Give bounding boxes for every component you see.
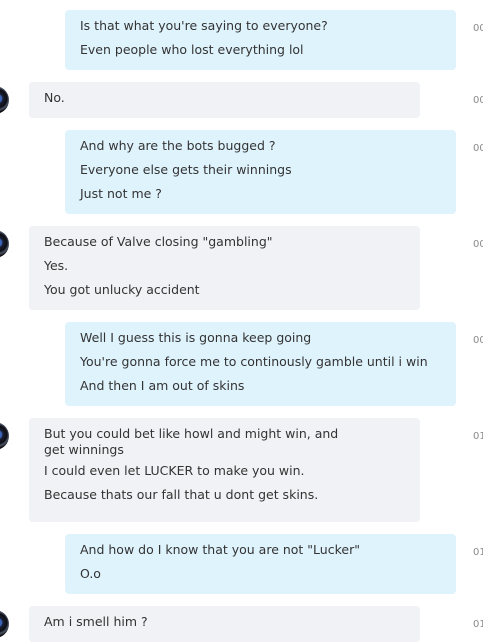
message-text: Even people who lost everything lol [80,42,304,57]
message-text: You got unlucky accident [44,282,200,297]
message-bubble-sent[interactable]: Is that what you're saying to everyone? … [65,10,456,70]
message-timestamp: 00:17 [473,335,483,346]
message-text: O.o [80,566,101,581]
contact-avatar[interactable] [0,86,9,114]
message-text: And why are the bots bugged ? [80,138,276,153]
message-text: No. [44,90,65,105]
message-bubble-sent[interactable]: And how do I know that you are not "Luck… [65,534,456,594]
message-timestamp: 01:03 [473,619,483,630]
message-text: You're gonna force me to continously gam… [80,354,428,369]
message-timestamp: 00:16 [473,239,483,250]
message-text: Yes. [44,258,69,273]
message-text: And how do I know that you are not "Luck… [80,542,360,557]
contact-avatar[interactable] [0,230,9,258]
message-text: Because thats our fall that u dont get s… [44,487,319,502]
message-bubble-sent[interactable]: And why are the bots bugged ? Everyone e… [65,130,456,214]
contact-avatar[interactable] [0,422,9,450]
message-timestamp: 01:03 [473,547,483,558]
message-bubble-received[interactable]: Am i smell him ? [29,606,420,642]
message-text: Because of Valve closing "gambling" [44,234,273,249]
message-timestamp: 01:02 [473,431,483,442]
contact-avatar[interactable] [0,610,9,638]
message-bubble-received[interactable]: But you could bet like howl and might wi… [29,418,420,522]
message-bubble-received[interactable]: No. [29,82,420,118]
message-text: Is that what you're saying to everyone? [80,18,328,33]
message-text: Am i smell him ? [44,614,148,629]
message-text: Just not me ? [80,186,162,201]
message-text: Well I guess this is gonna keep going [80,330,312,345]
message-timestamp: 00:14 [473,23,483,34]
message-text: But you could bet like howl and might wi… [44,426,339,457]
message-timestamp: 00:14 [473,95,483,106]
message-bubble-received[interactable]: Because of Valve closing "gambling" Yes.… [29,226,420,310]
message-text: And then I am out of skins [80,378,245,393]
message-bubble-sent[interactable]: Well I guess this is gonna keep going Yo… [65,322,456,406]
message-timestamp: 00:15 [473,143,483,154]
message-text: Everyone else gets their winnings [80,162,292,177]
message-text: I could even let LUCKER to make you win. [44,463,305,478]
